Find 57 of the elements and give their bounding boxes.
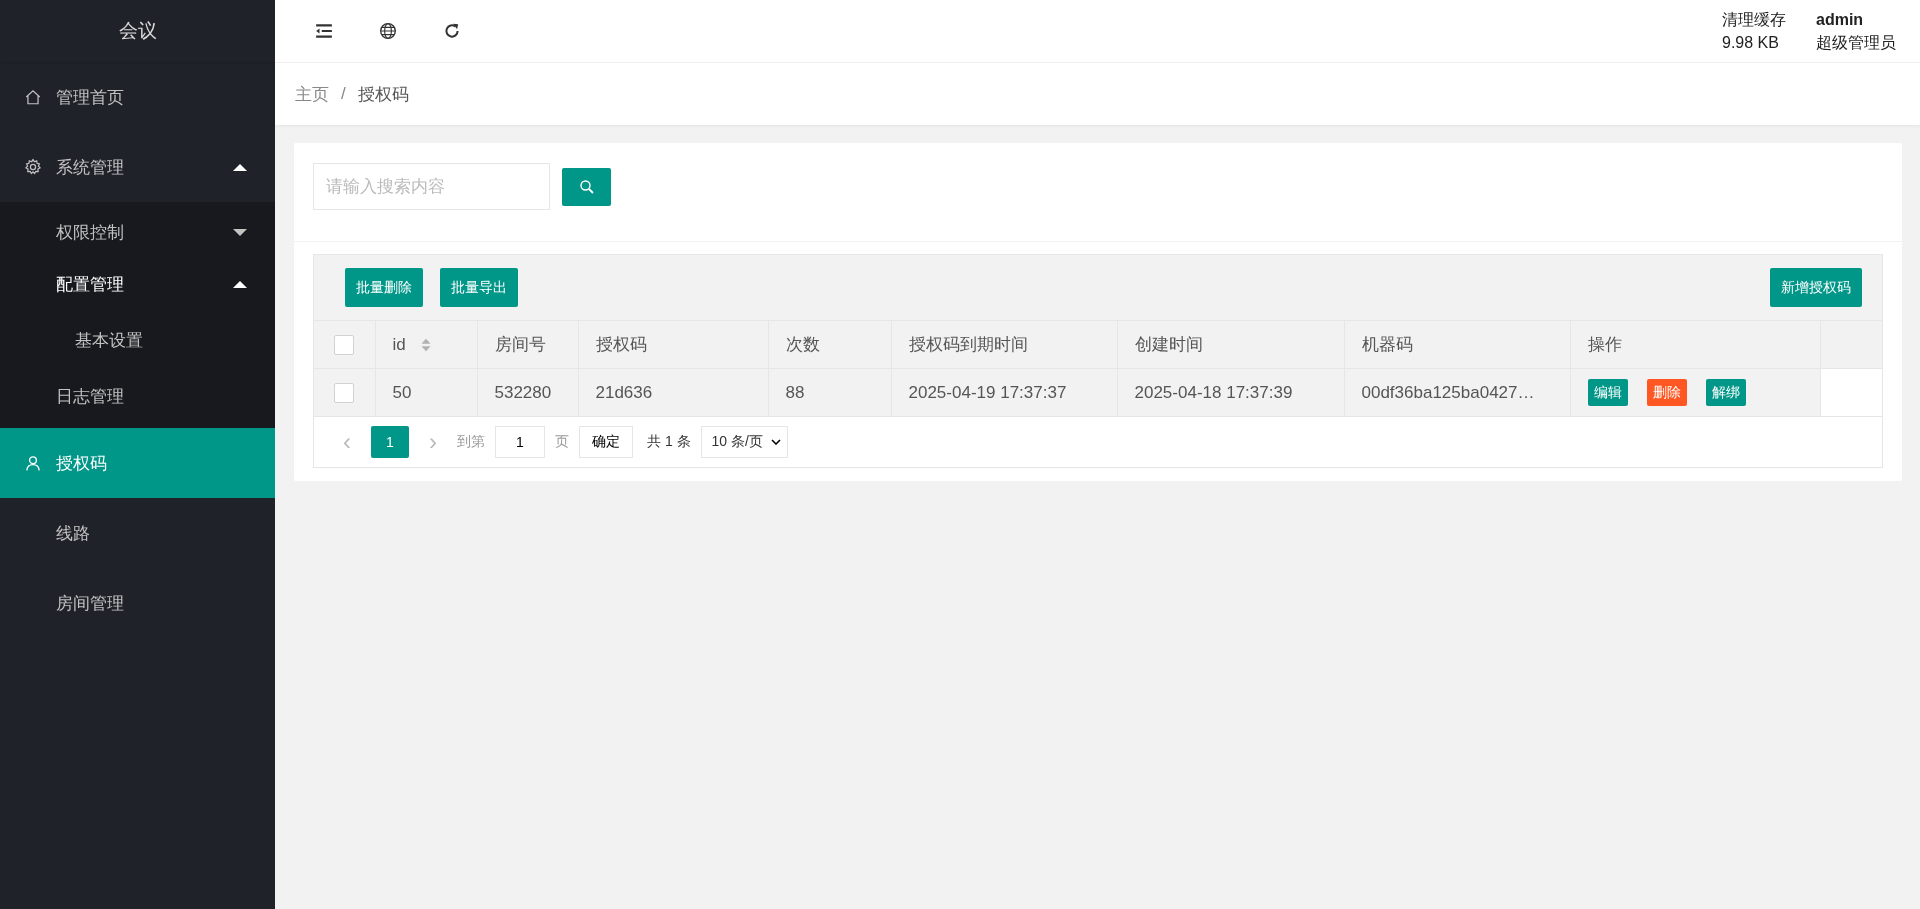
column-header: 次数 <box>768 321 891 369</box>
nav-item[interactable]: 系统管理 <box>0 132 275 202</box>
breadcrumb-item[interactable]: 授权码 <box>357 82 409 106</box>
globe-icon[interactable] <box>379 22 397 40</box>
settings-icon <box>24 158 42 176</box>
total-count: 共 1 条 <box>647 433 691 451</box>
checkbox[interactable] <box>334 382 355 403</box>
table-cell: 00df36ba125ba0427… <box>1344 368 1570 417</box>
table-cell: 88 <box>768 368 891 417</box>
nav-item[interactable]: 日志管理 <box>0 370 275 422</box>
table-cell: 2025-04-19 17:37:37 <box>891 368 1117 417</box>
refresh-icon[interactable] <box>443 22 461 40</box>
nav-item[interactable]: 授权码 <box>0 428 275 498</box>
nav-item[interactable]: 线路 <box>0 498 275 568</box>
search-button[interactable] <box>562 167 611 206</box>
nav-item[interactable]: 权限控制 <box>0 206 275 258</box>
column-header: 房间号 <box>477 321 578 369</box>
add-button[interactable]: 新增授权码 <box>1770 268 1862 307</box>
home-icon <box>24 88 42 106</box>
column-header: 操作 <box>1570 321 1820 369</box>
toolbar-button[interactable]: 批量导出 <box>440 268 518 307</box>
search-field[interactable]: 请输入搜索内容 <box>313 163 550 210</box>
page-input[interactable]: 1 <box>495 426 545 458</box>
row-action-button[interactable]: 解绑 <box>1705 379 1746 406</box>
nav-item[interactable]: 基本设置 <box>0 310 275 370</box>
page-unit: 页 <box>555 433 569 451</box>
clear-cache-link[interactable]: 清理缓存 <box>1722 8 1786 31</box>
checkbox[interactable] <box>334 334 355 355</box>
breadcrumb-item[interactable]: 主页 <box>295 82 329 106</box>
row-action-button[interactable]: 编辑 <box>1587 379 1628 406</box>
table-cell: 50 <box>375 368 477 417</box>
table-cell: 2025-04-18 17:37:39 <box>1117 368 1344 417</box>
column-header: 创建时间 <box>1117 321 1344 369</box>
user-role: 超级管理员 <box>1816 33 1896 53</box>
user-icon <box>24 454 42 472</box>
nav-item[interactable]: 管理首页 <box>0 62 275 132</box>
column-header: 授权码到期时间 <box>891 321 1117 369</box>
app-logo: 会议 <box>0 0 275 62</box>
confirm-button[interactable]: 确定 <box>579 426 633 458</box>
toolbar-button[interactable]: 批量删除 <box>345 268 423 307</box>
page-size-select[interactable]: 10 条/页 <box>700 426 788 458</box>
user-name[interactable]: admin <box>1816 8 1896 31</box>
goto-label: 到第 <box>457 433 485 451</box>
nav-item[interactable]: 房间管理 <box>0 568 275 638</box>
column-header: 机器码 <box>1344 321 1570 369</box>
table-cell: 21d636 <box>578 368 768 417</box>
column-header: 授权码 <box>578 321 768 369</box>
table-cell: 532280 <box>477 368 578 417</box>
column-header: id <box>375 321 477 369</box>
chevron-down-icon <box>770 439 781 445</box>
sort-icon[interactable] <box>419 336 432 353</box>
cache-size: 9.98 KB <box>1722 33 1780 53</box>
menu-fold-icon[interactable] <box>315 22 333 40</box>
search-icon <box>578 178 595 195</box>
nav-item[interactable]: 配置管理 <box>0 258 275 310</box>
breadcrumb-separator: / <box>341 84 346 104</box>
page-button[interactable]: 1 <box>371 426 409 458</box>
